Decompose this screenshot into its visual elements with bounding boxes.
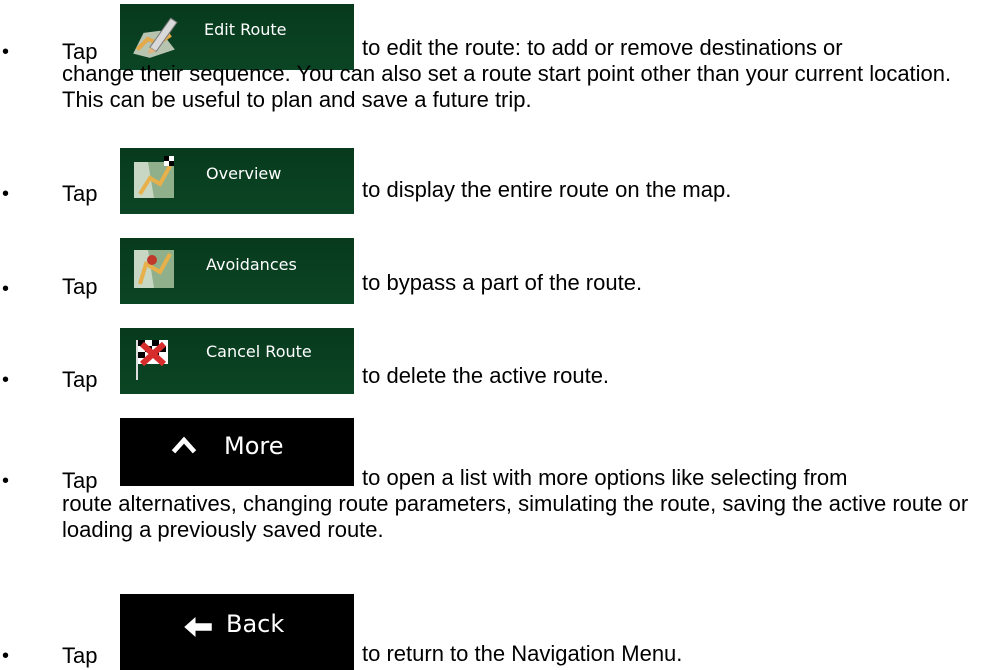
tap-text: Tap <box>62 39 98 64</box>
overview-map-icon <box>134 156 174 198</box>
description-first-line: to display the entire route on the map. <box>362 177 732 202</box>
manual-page: • Tap Edit Route to edit the route: to a… <box>0 0 992 670</box>
bullet: • <box>2 369 10 391</box>
cancel-route-icon <box>136 340 168 380</box>
arrow-left-icon <box>184 617 212 637</box>
description-first-line: to delete the active route. <box>362 363 610 388</box>
description-first-line: to edit the route: to add or remove dest… <box>362 35 843 60</box>
tap-text: Tap <box>62 367 98 392</box>
bullet: • <box>2 278 10 300</box>
description-continuation: change their sequence. You can also set … <box>62 61 952 112</box>
back-button[interactable]: Back <box>120 594 354 670</box>
avoidances-button[interactable]: Avoidances <box>120 238 354 304</box>
more-button[interactable]: More <box>120 418 354 486</box>
button-label: Avoidances <box>206 255 297 274</box>
bullet: • <box>2 41 10 63</box>
description-first-line: to bypass a part of the route. <box>362 270 643 295</box>
description-first-line: to open a list with more options like se… <box>362 465 848 490</box>
bullet: • <box>2 645 10 667</box>
overview-button[interactable]: Overview <box>120 148 354 214</box>
button-label: Cancel Route <box>206 342 312 361</box>
tap-text: Tap <box>62 468 98 493</box>
tap-text: Tap <box>62 181 98 206</box>
description-continuation: route alternatives, changing route param… <box>62 491 969 542</box>
tap-text: Tap <box>62 643 98 668</box>
button-label: Overview <box>206 164 282 183</box>
button-label: More <box>224 432 284 460</box>
tap-text: Tap <box>62 274 98 299</box>
chevron-up-icon <box>171 436 197 454</box>
button-label: Edit Route <box>204 20 287 39</box>
bullet: • <box>2 470 10 492</box>
bullet: • <box>2 183 10 205</box>
description-first-line: to return to the Navigation Menu. <box>362 641 683 666</box>
avoidances-map-icon <box>134 250 174 288</box>
button-label: Back <box>226 610 285 638</box>
edit-route-icon <box>133 17 178 58</box>
cancel-route-button[interactable]: Cancel Route <box>120 328 354 394</box>
